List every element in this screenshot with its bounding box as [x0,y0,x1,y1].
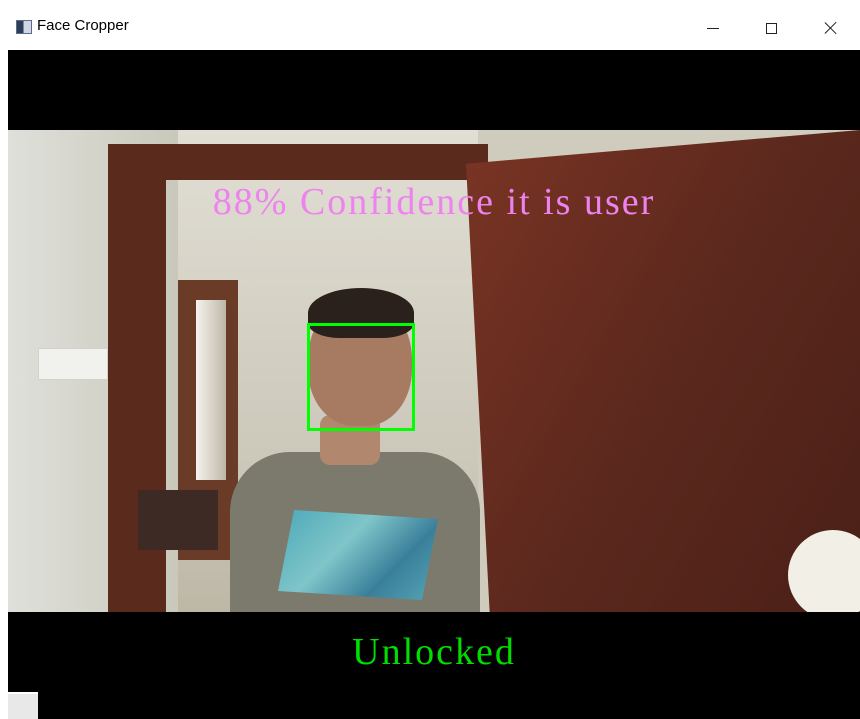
minimize-icon [707,27,719,29]
light-switch [38,348,108,380]
bottom-edge [0,692,860,719]
maximize-button[interactable] [748,10,794,46]
unlock-status: Unlocked [352,631,516,673]
app-window-icon [16,20,32,34]
maximize-icon [765,22,777,34]
face-detection-box [307,323,415,431]
minimize-button[interactable] [690,10,736,46]
close-icon [824,21,838,35]
camera-frame: 88% Confidence it is user Unlocked [8,50,860,692]
window-title: Face Cropper [37,17,129,34]
camera-feed: 88% Confidence it is user [8,130,860,612]
confidence-label: 88% Confidence it is user [212,181,656,223]
close-button[interactable] [808,10,854,46]
title-bar: Face Cropper [0,0,860,52]
